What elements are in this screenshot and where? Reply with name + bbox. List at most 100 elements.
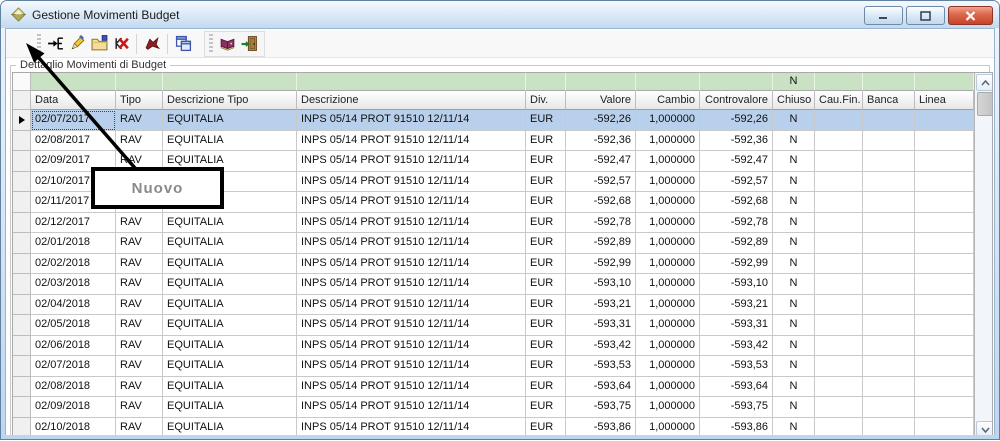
table-row[interactable]: 02/10/2018RAVEQUITALIAINPS 05/14 PROT 91… bbox=[13, 418, 974, 436]
cell[interactable]: N bbox=[773, 295, 815, 316]
cell[interactable]: 1,000000 bbox=[636, 295, 700, 316]
cell[interactable] bbox=[815, 295, 863, 316]
cell[interactable] bbox=[815, 73, 863, 91]
cell[interactable]: -592,78 bbox=[700, 213, 773, 234]
cell[interactable] bbox=[863, 356, 915, 377]
cell[interactable]: EUR bbox=[526, 315, 566, 336]
cell[interactable]: INPS 05/14 PROT 91510 12/11/14 bbox=[297, 233, 526, 254]
cell[interactable]: 02/01/2018 bbox=[31, 233, 116, 254]
cell[interactable]: -592,26 bbox=[566, 110, 636, 131]
column-header[interactable]: Controvalore bbox=[700, 91, 773, 110]
cell[interactable]: INPS 05/14 PROT 91510 12/11/14 bbox=[297, 213, 526, 234]
cell[interactable] bbox=[815, 336, 863, 357]
cell[interactable]: 02/03/2018 bbox=[31, 274, 116, 295]
cell[interactable] bbox=[915, 418, 974, 436]
cell[interactable]: -592,68 bbox=[700, 192, 773, 213]
cell[interactable]: 1,000000 bbox=[636, 131, 700, 152]
row-selector[interactable] bbox=[13, 254, 31, 275]
scroll-down-button[interactable] bbox=[976, 421, 993, 435]
cell[interactable] bbox=[815, 274, 863, 295]
cell[interactable]: -592,99 bbox=[700, 254, 773, 275]
cell[interactable]: -593,42 bbox=[700, 336, 773, 357]
titlebar[interactable]: Gestione Movimenti Budget bbox=[1, 1, 999, 28]
cell[interactable]: EUR bbox=[526, 254, 566, 275]
table-row[interactable]: 02/06/2018RAVEQUITALIAINPS 05/14 PROT 91… bbox=[13, 336, 974, 357]
column-header[interactable]: Chiuso bbox=[773, 91, 815, 110]
cell[interactable]: N bbox=[773, 172, 815, 193]
cell[interactable]: N bbox=[773, 377, 815, 398]
cell[interactable] bbox=[863, 172, 915, 193]
row-selector[interactable] bbox=[13, 151, 31, 172]
cell[interactable]: EQUITALIA bbox=[163, 233, 297, 254]
cell[interactable] bbox=[116, 73, 163, 91]
cell[interactable] bbox=[863, 295, 915, 316]
cell[interactable]: -593,86 bbox=[700, 418, 773, 436]
cell[interactable] bbox=[915, 233, 974, 254]
cell[interactable] bbox=[815, 377, 863, 398]
table-row[interactable]: 02/12/2017RAVEQUITALIAINPS 05/14 PROT 91… bbox=[13, 213, 974, 234]
cell[interactable]: N bbox=[773, 274, 815, 295]
table-row[interactable]: 02/03/2018RAVEQUITALIAINPS 05/14 PROT 91… bbox=[13, 274, 974, 295]
cell[interactable]: INPS 05/14 PROT 91510 12/11/14 bbox=[297, 377, 526, 398]
cell[interactable]: -593,31 bbox=[700, 315, 773, 336]
cell[interactable]: INPS 05/14 PROT 91510 12/11/14 bbox=[297, 397, 526, 418]
cell[interactable]: -592,99 bbox=[566, 254, 636, 275]
cell[interactable]: RAV bbox=[116, 336, 163, 357]
cell[interactable]: 1,000000 bbox=[636, 397, 700, 418]
cell[interactable]: RAV bbox=[116, 418, 163, 436]
cell[interactable] bbox=[915, 110, 974, 131]
cell[interactable]: N bbox=[773, 397, 815, 418]
cell[interactable] bbox=[297, 73, 526, 91]
cell[interactable] bbox=[863, 73, 915, 91]
cell[interactable]: RAV bbox=[116, 254, 163, 275]
cell[interactable]: -593,21 bbox=[700, 295, 773, 316]
row-selector[interactable] bbox=[13, 91, 31, 110]
cell[interactable] bbox=[863, 254, 915, 275]
copy-button[interactable] bbox=[172, 33, 194, 55]
table-row[interactable]: 02/09/2018RAVEQUITALIAINPS 05/14 PROT 91… bbox=[13, 397, 974, 418]
cell[interactable]: -593,64 bbox=[700, 377, 773, 398]
cell[interactable]: N bbox=[773, 73, 815, 91]
cell[interactable]: INPS 05/14 PROT 91510 12/11/14 bbox=[297, 172, 526, 193]
cell[interactable]: 02/07/2018 bbox=[31, 356, 116, 377]
cell[interactable]: RAV bbox=[116, 233, 163, 254]
cell[interactable] bbox=[863, 192, 915, 213]
cell[interactable] bbox=[915, 254, 974, 275]
cell[interactable]: 1,000000 bbox=[636, 172, 700, 193]
cell[interactable]: -592,47 bbox=[566, 151, 636, 172]
table-row[interactable]: 02/08/2018RAVEQUITALIAINPS 05/14 PROT 91… bbox=[13, 377, 974, 398]
cell[interactable]: INPS 05/14 PROT 91510 12/11/14 bbox=[297, 356, 526, 377]
cell[interactable] bbox=[636, 73, 700, 91]
cell[interactable] bbox=[863, 315, 915, 336]
cell[interactable]: EUR bbox=[526, 192, 566, 213]
cell[interactable]: -593,21 bbox=[566, 295, 636, 316]
cell[interactable] bbox=[163, 73, 297, 91]
cell[interactable]: EUR bbox=[526, 233, 566, 254]
column-header[interactable]: Div. bbox=[526, 91, 566, 110]
cell[interactable]: -593,75 bbox=[700, 397, 773, 418]
column-header[interactable]: Data bbox=[31, 91, 116, 110]
table-row[interactable]: 02/01/2018RAVEQUITALIAINPS 05/14 PROT 91… bbox=[13, 233, 974, 254]
cell[interactable]: RAV bbox=[116, 213, 163, 234]
cell[interactable] bbox=[915, 213, 974, 234]
cell[interactable]: EUR bbox=[526, 418, 566, 436]
cell[interactable]: -593,53 bbox=[566, 356, 636, 377]
cell[interactable]: EQUITALIA bbox=[163, 377, 297, 398]
cell[interactable]: EUR bbox=[526, 213, 566, 234]
cell[interactable]: 1,000000 bbox=[636, 418, 700, 436]
cell[interactable]: EQUITALIA bbox=[163, 110, 297, 131]
cell[interactable] bbox=[815, 192, 863, 213]
cell[interactable] bbox=[915, 131, 974, 152]
cell[interactable] bbox=[815, 315, 863, 336]
row-selector[interactable] bbox=[13, 213, 31, 234]
row-selector[interactable] bbox=[13, 110, 31, 131]
cell[interactable] bbox=[915, 295, 974, 316]
row-selector[interactable] bbox=[13, 131, 31, 152]
cell[interactable]: 1,000000 bbox=[636, 336, 700, 357]
row-selector[interactable] bbox=[13, 336, 31, 357]
cell[interactable] bbox=[915, 151, 974, 172]
cell[interactable] bbox=[31, 73, 116, 91]
cell[interactable] bbox=[863, 110, 915, 131]
cell[interactable]: 1,000000 bbox=[636, 233, 700, 254]
cell[interactable] bbox=[915, 172, 974, 193]
